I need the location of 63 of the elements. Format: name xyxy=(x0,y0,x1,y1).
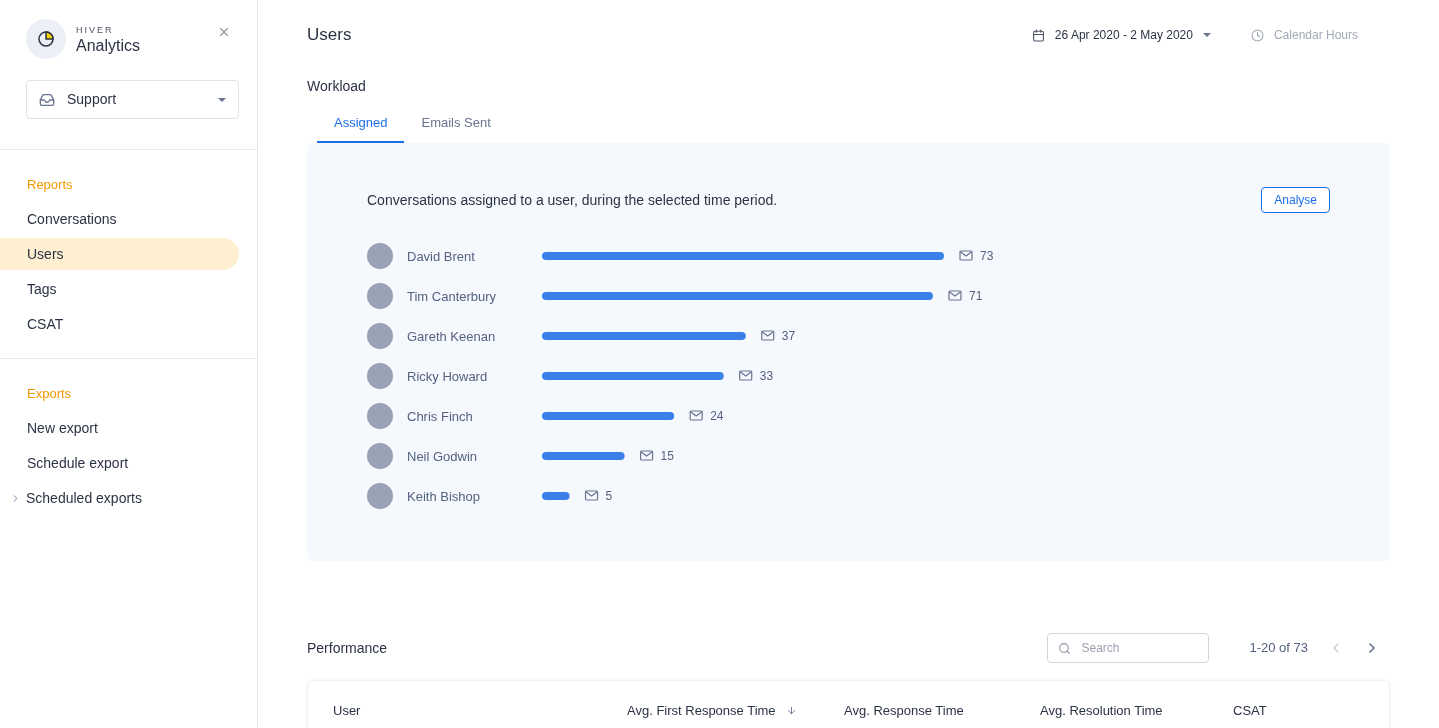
value-label: 5 xyxy=(605,489,613,503)
avatar xyxy=(367,443,393,469)
value-label: 37 xyxy=(781,329,796,343)
mail-icon xyxy=(640,450,654,461)
column-header[interactable]: Avg. First Response Time xyxy=(627,701,776,721)
tab[interactable]: Emails Sent xyxy=(404,105,508,143)
user-name: David Brent xyxy=(407,248,475,264)
app-title: Analytics xyxy=(76,36,141,56)
mail-icon xyxy=(959,250,973,261)
nav-item[interactable]: Conversations xyxy=(0,203,239,235)
avatar xyxy=(367,243,393,269)
description-text: Conversations assigned to a user, during the selected time period. xyxy=(367,190,778,210)
section-title: Performance xyxy=(307,638,388,658)
analyse-button[interactable]: Analyse xyxy=(1261,187,1330,213)
user-name: Neil Godwin xyxy=(407,448,478,464)
search-icon xyxy=(1058,642,1072,655)
logo-icon xyxy=(26,19,66,59)
mail-icon xyxy=(584,490,599,501)
nav-item[interactable]: Tags xyxy=(0,273,239,305)
user-name: Tim Canterbury xyxy=(407,288,497,304)
pagination-text: 1-20 of 73 xyxy=(1249,639,1308,658)
user-name: Keith Bishop xyxy=(407,488,480,504)
nav-item[interactable]: Scheduled exports xyxy=(0,482,239,514)
section-heading: Reports xyxy=(26,176,74,193)
nav-item[interactable]: CSAT xyxy=(0,308,239,340)
caret-icon xyxy=(1202,33,1211,37)
brand-label: HIVER xyxy=(76,24,115,36)
inbox-dropdown[interactable]: Support xyxy=(26,80,239,119)
column-header[interactable]: Avg. Response Time xyxy=(844,701,964,721)
page-title: Users xyxy=(307,24,352,47)
calendar-icon xyxy=(1031,28,1045,42)
nav-item[interactable]: Schedule export xyxy=(0,447,239,479)
value-label: 15 xyxy=(660,449,674,463)
mail-icon xyxy=(739,370,753,381)
inbox-icon xyxy=(39,91,55,108)
section-heading: Exports xyxy=(26,385,73,402)
avatar xyxy=(367,483,393,509)
mail-icon xyxy=(689,410,703,421)
nav-item[interactable]: Users xyxy=(0,238,239,270)
user-name: Chris Finch xyxy=(407,408,473,424)
value-label: 24 xyxy=(710,409,724,423)
section-title: Workload xyxy=(307,77,367,96)
avatar xyxy=(367,283,393,309)
date-range-picker[interactable]: 26 Apr 2020 - 2 May 2020 xyxy=(1031,26,1211,44)
nav-item[interactable]: New export xyxy=(0,412,239,444)
clock-icon xyxy=(1250,28,1264,42)
search-field[interactable]: Search xyxy=(1047,633,1210,663)
bar xyxy=(542,492,570,500)
value-label: 71 xyxy=(969,289,983,303)
column-header[interactable]: User xyxy=(333,701,361,721)
user-name: Ricky Howard xyxy=(407,368,488,384)
close-button[interactable] xyxy=(217,25,231,39)
avatar xyxy=(367,403,393,429)
mail-icon xyxy=(761,330,775,341)
value-label: 73 xyxy=(980,249,994,263)
user-name: Gareth Keenan xyxy=(407,328,496,344)
value-label: 33 xyxy=(759,369,774,383)
column-header[interactable]: Avg. Resolution Time xyxy=(1040,701,1163,721)
column-header[interactable]: CSAT xyxy=(1233,701,1267,721)
caret-icon xyxy=(218,97,226,102)
avatar xyxy=(367,363,393,389)
mail-icon xyxy=(948,290,962,301)
avatar xyxy=(367,323,393,349)
